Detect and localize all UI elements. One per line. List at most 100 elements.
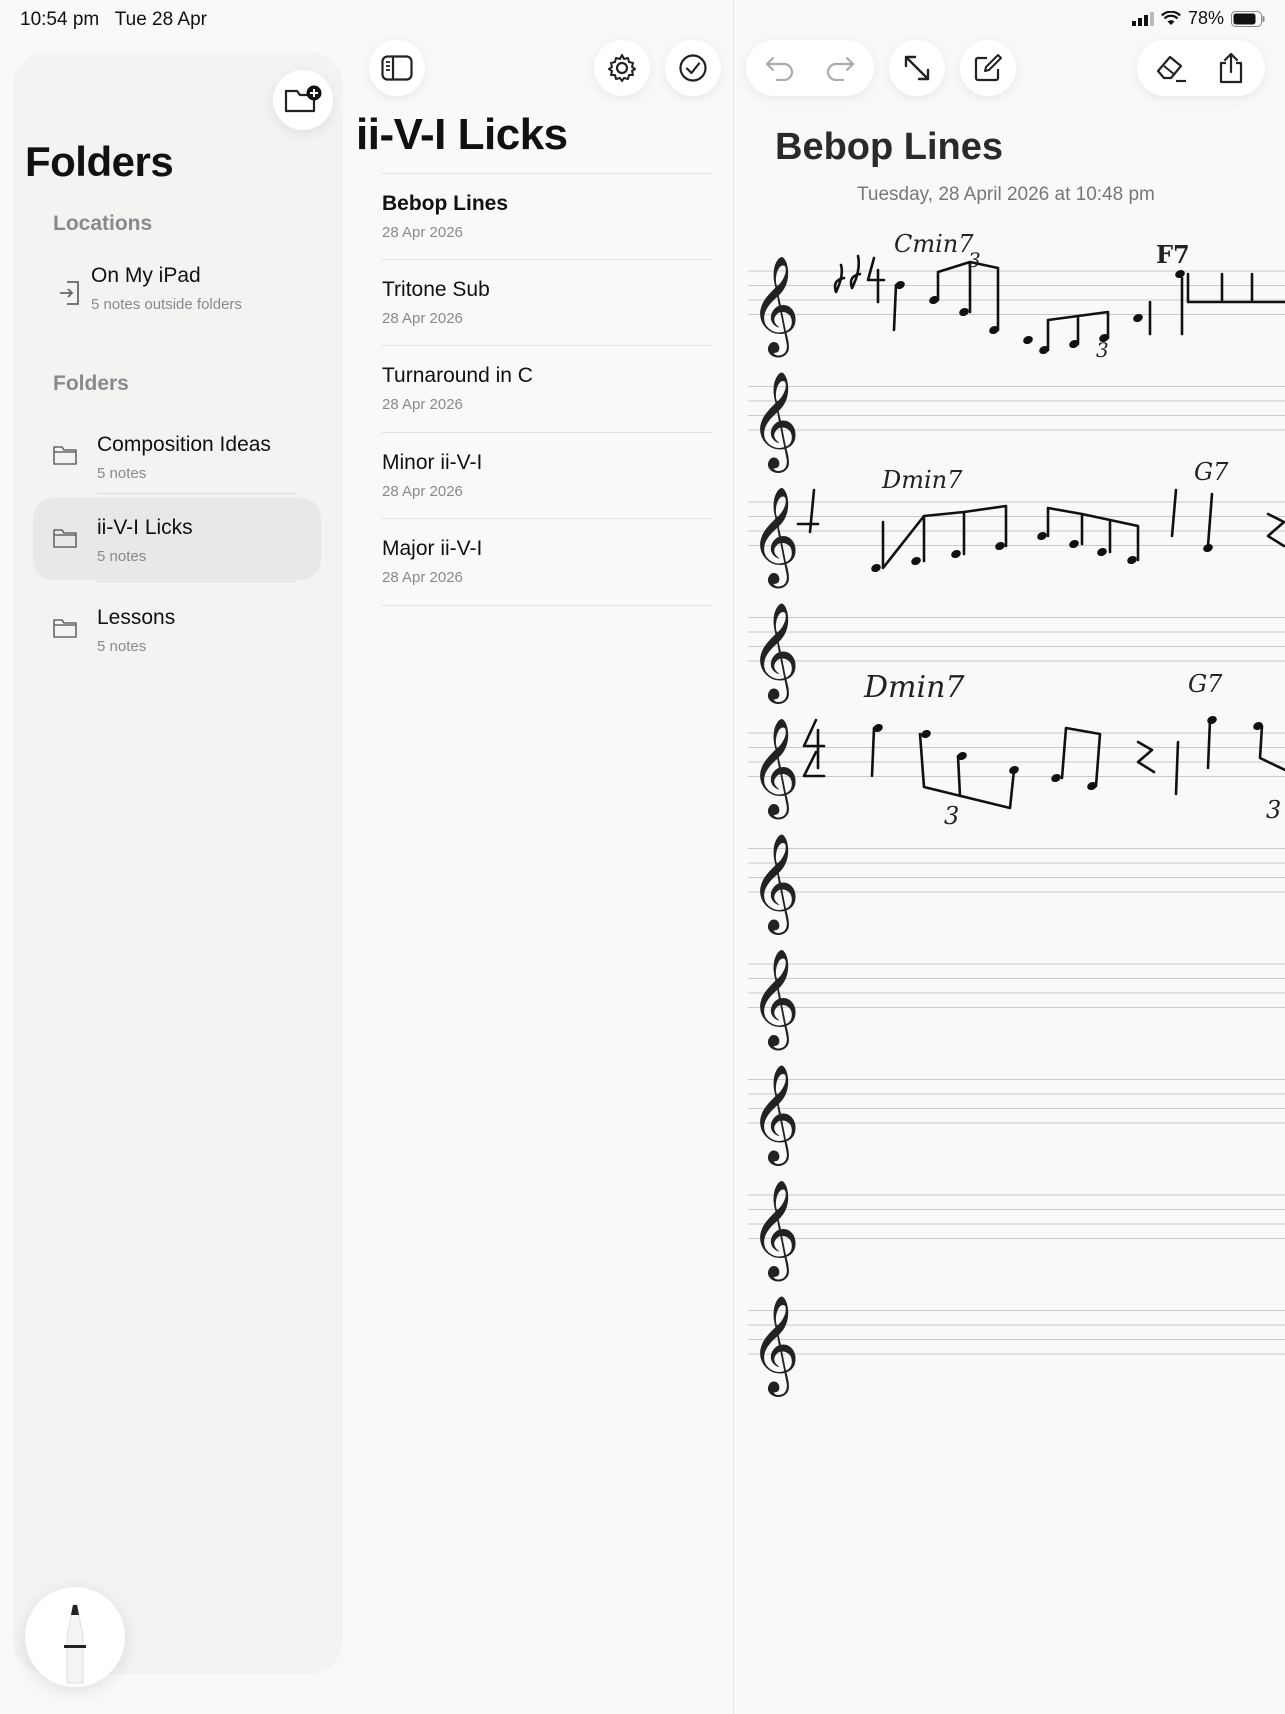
undo-icon	[765, 56, 794, 81]
note-head	[995, 541, 1005, 551]
compose-button[interactable]	[960, 40, 1016, 96]
time-signature	[866, 256, 886, 304]
treble-clef: 𝄞	[750, 1064, 800, 1166]
treble-clef: 𝄞	[750, 717, 800, 819]
location-subtitle: 5 notes outside folders	[91, 296, 242, 313]
folder-icon	[53, 619, 77, 638]
note-head	[1037, 531, 1047, 541]
select-button[interactable]	[665, 40, 721, 96]
folders-header: Folders	[53, 372, 129, 395]
treble-clef: 𝄞	[750, 1295, 800, 1397]
note-list-item-title: Tritone Sub	[382, 278, 490, 301]
chord-symbol: G7	[1194, 458, 1229, 486]
divider	[97, 581, 297, 582]
bar-line	[1170, 488, 1214, 548]
eraser-button[interactable]	[1141, 40, 1201, 96]
share-button[interactable]	[1201, 40, 1261, 96]
folder-icon	[53, 446, 77, 465]
note-stem	[870, 726, 876, 778]
beam-group	[918, 732, 1016, 810]
note-head	[1207, 715, 1217, 725]
treble-clef: 𝄞	[750, 833, 800, 935]
treble-clef: 𝄞	[750, 948, 800, 1050]
folder-title: Lessons	[97, 606, 176, 629]
location-on-my-ipad[interactable]: On My iPad 5 notes outside folders	[49, 260, 319, 320]
folder-item-lessons[interactable]: Lessons 5 notes	[33, 588, 321, 670]
status-bar: 10:54 pm Tue 28 Apr 78%	[0, 0, 1285, 40]
chord-symbol: G7	[1188, 670, 1223, 698]
ipad-import-icon	[60, 281, 79, 305]
music-staff-canvas[interactable]: 𝄞 𝄞 𝄞 𝄞 𝄞 𝄞 𝄞 𝄞 𝄞 𝄞 Cmin7 F7 Dmin7 G7 Dmin7 G7 3 …	[748, 230, 1285, 1410]
folder-icon	[53, 529, 77, 548]
sidebar-title: Folders	[25, 138, 174, 185]
triplet-mark: 3	[944, 802, 960, 830]
chord-symbol: Cmin7	[894, 230, 974, 258]
treble-clef: 𝄞	[750, 371, 800, 473]
beam-group	[881, 504, 1140, 570]
new-folder-button[interactable]	[273, 70, 333, 130]
note-list-item[interactable]: Bebop Lines 28 Apr 2026	[382, 173, 712, 259]
flat-sign	[833, 263, 846, 294]
folder-item-ii-v-i-licks[interactable]: ii-V-I Licks 5 notes	[33, 498, 321, 580]
flat-sign	[849, 254, 862, 290]
time-signature	[796, 488, 820, 534]
triplet-mark: 3	[1096, 338, 1109, 362]
note-head	[1203, 543, 1213, 553]
folder-title: ii-V-I Licks	[97, 516, 193, 539]
note-stem	[892, 283, 898, 332]
note-list-item-date: 28 Apr 2026	[382, 310, 463, 327]
edit-tools-group	[1137, 40, 1265, 96]
note-head	[871, 563, 881, 573]
expand-button[interactable]	[889, 40, 945, 96]
sidebar-toggle-button[interactable]	[369, 40, 425, 96]
note-list-item-date: 28 Apr 2026	[382, 396, 463, 413]
pencil-icon	[64, 1604, 86, 1684]
beam-group	[1186, 272, 1285, 304]
note-title: Bebop Lines	[775, 126, 1004, 168]
folder-count: 5 notes	[97, 548, 147, 565]
checkmark-circle-icon	[679, 54, 707, 82]
treble-clef: 𝄞	[750, 1179, 800, 1281]
folder-item-composition-ideas[interactable]: Composition Ideas 5 notes	[33, 415, 321, 497]
folder-title: Composition Ideas	[97, 433, 271, 456]
undo-button[interactable]	[750, 40, 810, 96]
sidebar: Folders Locations On My iPad 5 notes out…	[13, 52, 343, 1687]
triplet-mark: 3	[968, 248, 981, 272]
battery-icon	[1231, 10, 1265, 27]
note-head	[911, 556, 921, 566]
note-head	[1097, 547, 1107, 557]
settings-button[interactable]	[594, 40, 650, 96]
rest-mark	[1266, 512, 1285, 548]
note-head	[1009, 765, 1019, 775]
note-list-item[interactable]: Turnaround in C 28 Apr 2026	[382, 345, 712, 431]
redo-icon	[826, 56, 855, 81]
folder-count: 5 notes	[97, 638, 147, 655]
share-icon	[1219, 52, 1243, 84]
signal-icon	[1131, 11, 1154, 26]
rest-mark	[1136, 740, 1156, 774]
note-list-item[interactable]: Major ii-V-I 28 Apr 2026	[382, 518, 712, 604]
undo-redo-group	[746, 40, 874, 96]
chord-symbol: F7	[1156, 240, 1190, 269]
note-head	[1051, 773, 1061, 783]
note-list-title: ii-V-I Licks	[356, 110, 568, 159]
note-head	[951, 549, 961, 559]
note-list-item-date: 28 Apr 2026	[382, 483, 463, 500]
battery-percent: 78%	[1187, 8, 1224, 28]
note-head	[1175, 269, 1185, 279]
note-list-item-title: Major ii-V-I	[382, 537, 483, 560]
locations-header: Locations	[53, 212, 153, 235]
compose-icon	[974, 54, 1002, 82]
gear-icon	[608, 54, 636, 82]
bar-line	[1174, 718, 1212, 796]
note-list-item[interactable]: Minor ii-V-I 28 Apr 2026	[382, 432, 712, 518]
note-head	[1069, 539, 1079, 549]
bar-line	[1148, 276, 1184, 336]
pencil-tool-button[interactable]	[25, 1587, 125, 1687]
note-list-item-date: 28 Apr 2026	[382, 224, 463, 241]
status-date: Tue 28 Apr	[114, 9, 207, 30]
note-list-item[interactable]: Tritone Sub 28 Apr 2026	[382, 259, 712, 345]
redo-button[interactable]	[810, 40, 870, 96]
beam-group	[936, 260, 1000, 332]
staff-lines: 𝄞 𝄞 𝄞 𝄞 𝄞 𝄞 𝄞 𝄞 𝄞 𝄞	[748, 254, 1285, 1397]
